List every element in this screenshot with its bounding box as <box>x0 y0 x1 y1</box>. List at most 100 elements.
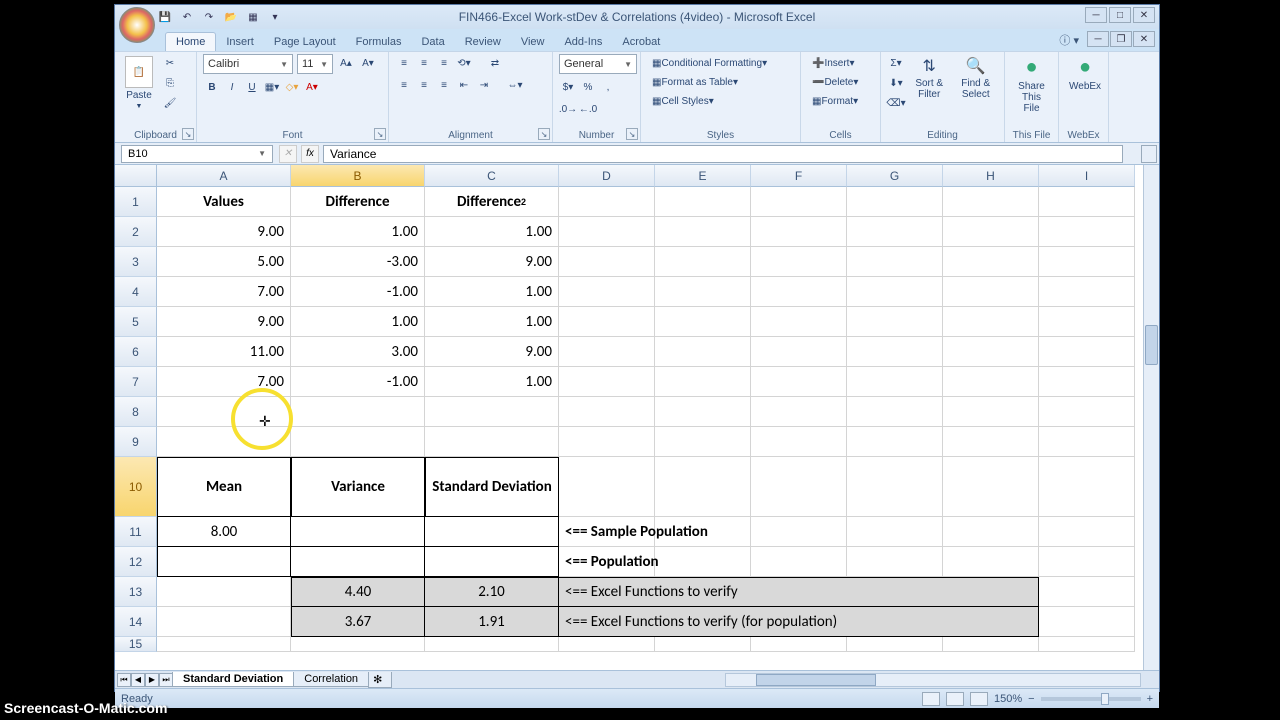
col-header-B[interactable]: B <box>291 165 425 187</box>
cell-H7[interactable] <box>943 367 1039 397</box>
tab-formulas[interactable]: Formulas <box>346 33 412 51</box>
cell-G5[interactable] <box>847 307 943 337</box>
cell-A5[interactable]: 9.00 <box>157 307 291 337</box>
cell-A8[interactable] <box>157 397 291 427</box>
minimize-button[interactable]: ─ <box>1085 7 1107 23</box>
cell-G7[interactable] <box>847 367 943 397</box>
page-layout-view-button[interactable] <box>946 692 964 706</box>
number-launcher[interactable]: ↘ <box>626 128 638 140</box>
cell-B4[interactable]: -1.00 <box>291 277 425 307</box>
cell-G8[interactable] <box>847 397 943 427</box>
cell-E9[interactable] <box>655 427 751 457</box>
alignment-launcher[interactable]: ↘ <box>538 128 550 140</box>
shrink-font-icon[interactable]: A▾ <box>359 54 377 72</box>
increase-indent-icon[interactable]: ⇥ <box>475 76 493 94</box>
copy-icon[interactable]: ⎘ <box>161 74 179 92</box>
close-button[interactable]: ✕ <box>1133 7 1155 23</box>
cell-A9[interactable] <box>157 427 291 457</box>
cell-B13[interactable]: 4.40 <box>291 577 425 607</box>
cell-D4[interactable] <box>559 277 655 307</box>
cell-F15[interactable] <box>751 637 847 652</box>
tab-addins[interactable]: Add-Ins <box>554 33 612 51</box>
row-header-8[interactable]: 8 <box>115 397 157 427</box>
cell-H11[interactable] <box>943 517 1039 547</box>
cell-C4[interactable]: 1.00 <box>425 277 559 307</box>
cell-C7[interactable]: 1.00 <box>425 367 559 397</box>
cell-styles-button[interactable]: ▦ Cell Styles ▾ <box>647 92 719 110</box>
wrap-text-button[interactable]: ⇄ <box>475 54 515 72</box>
clear-icon[interactable]: ⌫▾ <box>887 94 905 112</box>
horizontal-scrollbar[interactable] <box>725 673 1141 687</box>
underline-button[interactable]: U <box>243 78 261 96</box>
col-header-D[interactable]: D <box>559 165 655 187</box>
cell-H2[interactable] <box>943 217 1039 247</box>
border-button[interactable]: ▦▾ <box>263 78 281 96</box>
cell-B8[interactable] <box>291 397 425 427</box>
zoom-slider[interactable] <box>1041 697 1141 701</box>
col-header-E[interactable]: E <box>655 165 751 187</box>
cell-H3[interactable] <box>943 247 1039 277</box>
tab-insert[interactable]: Insert <box>216 33 264 51</box>
cell-B14[interactable]: 3.67 <box>291 607 425 637</box>
cell-H15[interactable] <box>943 637 1039 652</box>
cell-C3[interactable]: 9.00 <box>425 247 559 277</box>
insert-cells-button[interactable]: ➕ Insert ▾ <box>807 54 860 72</box>
cell-A15[interactable] <box>157 637 291 652</box>
paste-button[interactable]: 📋 Paste ▼ <box>121 54 157 112</box>
cell-B2[interactable]: 1.00 <box>291 217 425 247</box>
vertical-scrollbar[interactable] <box>1143 165 1159 670</box>
col-header-I[interactable]: I <box>1039 165 1135 187</box>
cell-E12[interactable] <box>655 547 751 577</box>
col-header-F[interactable]: F <box>751 165 847 187</box>
fill-color-button[interactable]: ◇▾ <box>283 78 301 96</box>
select-all-corner[interactable] <box>115 165 157 187</box>
cell-B6[interactable]: 3.00 <box>291 337 425 367</box>
cell-B1[interactable]: Difference <box>291 187 425 217</box>
cell-A1[interactable]: Values <box>157 187 291 217</box>
row-header-7[interactable]: 7 <box>115 367 157 397</box>
cell-D1[interactable] <box>559 187 655 217</box>
cell-G12[interactable] <box>847 547 943 577</box>
align-top-icon[interactable]: ≡ <box>395 54 413 72</box>
page-break-view-button[interactable] <box>970 692 988 706</box>
align-bottom-icon[interactable]: ≡ <box>435 54 453 72</box>
webex-button[interactable]: ●WebEx <box>1065 54 1105 94</box>
cell-A14[interactable] <box>157 607 291 637</box>
row-header-9[interactable]: 9 <box>115 427 157 457</box>
cell-F8[interactable] <box>751 397 847 427</box>
cell-D8[interactable] <box>559 397 655 427</box>
cell-H12[interactable] <box>943 547 1039 577</box>
cell-G2[interactable] <box>847 217 943 247</box>
cell-E5[interactable] <box>655 307 751 337</box>
cell-F9[interactable] <box>751 427 847 457</box>
zoom-level[interactable]: 150% <box>994 693 1022 705</box>
cell-D9[interactable] <box>559 427 655 457</box>
decrease-decimal-icon[interactable]: ←.0 <box>579 100 597 118</box>
font-launcher[interactable]: ↘ <box>374 128 386 140</box>
format-as-table-button[interactable]: ▦ Format as Table ▾ <box>647 73 743 91</box>
merge-center-button[interactable]: ⇔▾ <box>495 76 535 94</box>
tab-home[interactable]: Home <box>165 32 216 51</box>
fx-icon[interactable]: fx <box>301 145 319 163</box>
prev-sheet-button[interactable]: ◀ <box>131 673 145 687</box>
cell-H1[interactable] <box>943 187 1039 217</box>
align-center-icon[interactable]: ≡ <box>415 76 433 94</box>
cell-H8[interactable] <box>943 397 1039 427</box>
align-middle-icon[interactable]: ≡ <box>415 54 433 72</box>
align-left-icon[interactable]: ≡ <box>395 76 413 94</box>
cell-E8[interactable] <box>655 397 751 427</box>
cell-A6[interactable]: 11.00 <box>157 337 291 367</box>
clipboard-launcher[interactable]: ↘ <box>182 128 194 140</box>
cell-G9[interactable] <box>847 427 943 457</box>
format-cells-button[interactable]: ▦ Format ▾ <box>807 92 863 110</box>
cell-I3[interactable] <box>1039 247 1135 277</box>
row-header-11[interactable]: 11 <box>115 517 157 547</box>
doc-close-button[interactable]: ✕ <box>1133 31 1155 47</box>
cell-G11[interactable] <box>847 517 943 547</box>
zoom-out-button[interactable]: − <box>1028 693 1034 705</box>
row-header-2[interactable]: 2 <box>115 217 157 247</box>
cell-F12[interactable] <box>751 547 847 577</box>
font-size-combo[interactable]: 11▼ <box>297 54 333 74</box>
cell-H4[interactable] <box>943 277 1039 307</box>
cell-I11[interactable] <box>1039 517 1135 547</box>
